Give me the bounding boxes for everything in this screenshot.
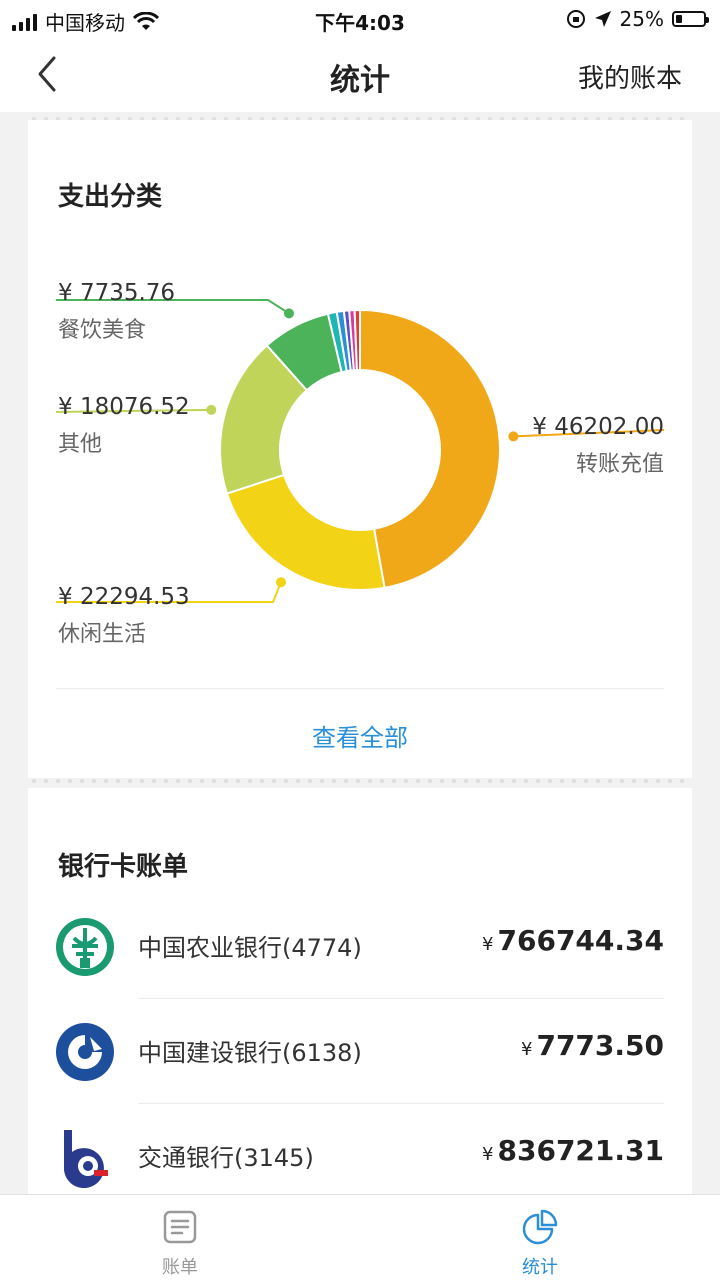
tab-stats[interactable]: 统计 bbox=[480, 1209, 600, 1279]
expense-card: 支出分类 ¥ 7735.76 餐饮美食 ¥ 18076.52 其他 ¥ 2229… bbox=[28, 120, 692, 778]
tab-bills-label: 账单 bbox=[162, 1257, 198, 1278]
bank-row-abc[interactable]: 中国农业银行(4774) ¥766744.34 bbox=[28, 894, 692, 999]
battery-percent: 25% bbox=[619, 7, 664, 31]
status-right: 25% bbox=[566, 7, 709, 31]
bank-name: 中国建设银行(6138) bbox=[138, 1039, 362, 1067]
transfer-leader-dot bbox=[508, 431, 519, 442]
bank-section-title: 银行卡账单 bbox=[58, 852, 189, 882]
bank-amount: ¥766744.34 bbox=[482, 924, 664, 957]
bank-amount: ¥836721.31 bbox=[482, 1134, 664, 1167]
category-amount-dining: ¥ 7735.76 bbox=[58, 280, 176, 306]
category-name-leisure: 休闲生活 bbox=[58, 622, 147, 647]
category-amount-other: ¥ 18076.52 bbox=[58, 394, 190, 420]
donut-slice-1 bbox=[225, 473, 386, 591]
leisure-leader-dot bbox=[275, 577, 286, 588]
my-ledger-button[interactable]: 我的账本 bbox=[578, 58, 682, 95]
bank-amount: ¥7773.50 bbox=[521, 1029, 664, 1062]
category-amount-leisure: ¥ 22294.53 bbox=[58, 584, 190, 610]
pie-chart-icon bbox=[522, 1209, 558, 1245]
card-edge-bottom bbox=[28, 778, 692, 784]
tab-bills[interactable]: 账单 bbox=[120, 1209, 240, 1279]
bocom-bank-logo-icon bbox=[64, 1130, 108, 1188]
bank-name: 交通银行(3145) bbox=[138, 1144, 314, 1172]
bank-name: 中国农业银行(4774) bbox=[138, 934, 362, 962]
tab-stats-label: 统计 bbox=[522, 1257, 558, 1278]
tab-bar: 账单 统计 bbox=[0, 1194, 720, 1281]
category-name-other: 其他 bbox=[58, 432, 103, 457]
status-bar: 中国移动 下午4:03 25% bbox=[0, 0, 720, 38]
other-leader-dot bbox=[206, 404, 217, 415]
bill-list-icon bbox=[163, 1210, 197, 1244]
dining-leader-dot bbox=[283, 308, 294, 319]
category-amount-transfer: ¥ 46202.00 bbox=[532, 414, 664, 440]
divider bbox=[56, 688, 664, 689]
view-all-link[interactable]: 查看全部 bbox=[28, 718, 692, 753]
location-icon bbox=[594, 11, 611, 27]
category-name-dining: 餐饮美食 bbox=[58, 318, 147, 343]
ccb-bank-logo-icon bbox=[56, 1023, 114, 1081]
expense-section-title: 支出分类 bbox=[58, 182, 163, 212]
donut-slice-0 bbox=[359, 308, 501, 589]
bank-card: 银行卡账单 中国农业银行(4774) ¥766744.34 中国建设银行(613… bbox=[28, 788, 692, 1194]
bank-row-ccb[interactable]: 中国建设银行(6138) ¥7773.50 bbox=[28, 999, 692, 1104]
battery-icon bbox=[672, 11, 709, 27]
abc-bank-logo-icon bbox=[56, 918, 114, 976]
category-name-transfer: 转账充值 bbox=[575, 452, 664, 477]
nav-bar: 统计 我的账本 bbox=[0, 38, 720, 112]
rotation-lock-icon bbox=[566, 10, 585, 28]
